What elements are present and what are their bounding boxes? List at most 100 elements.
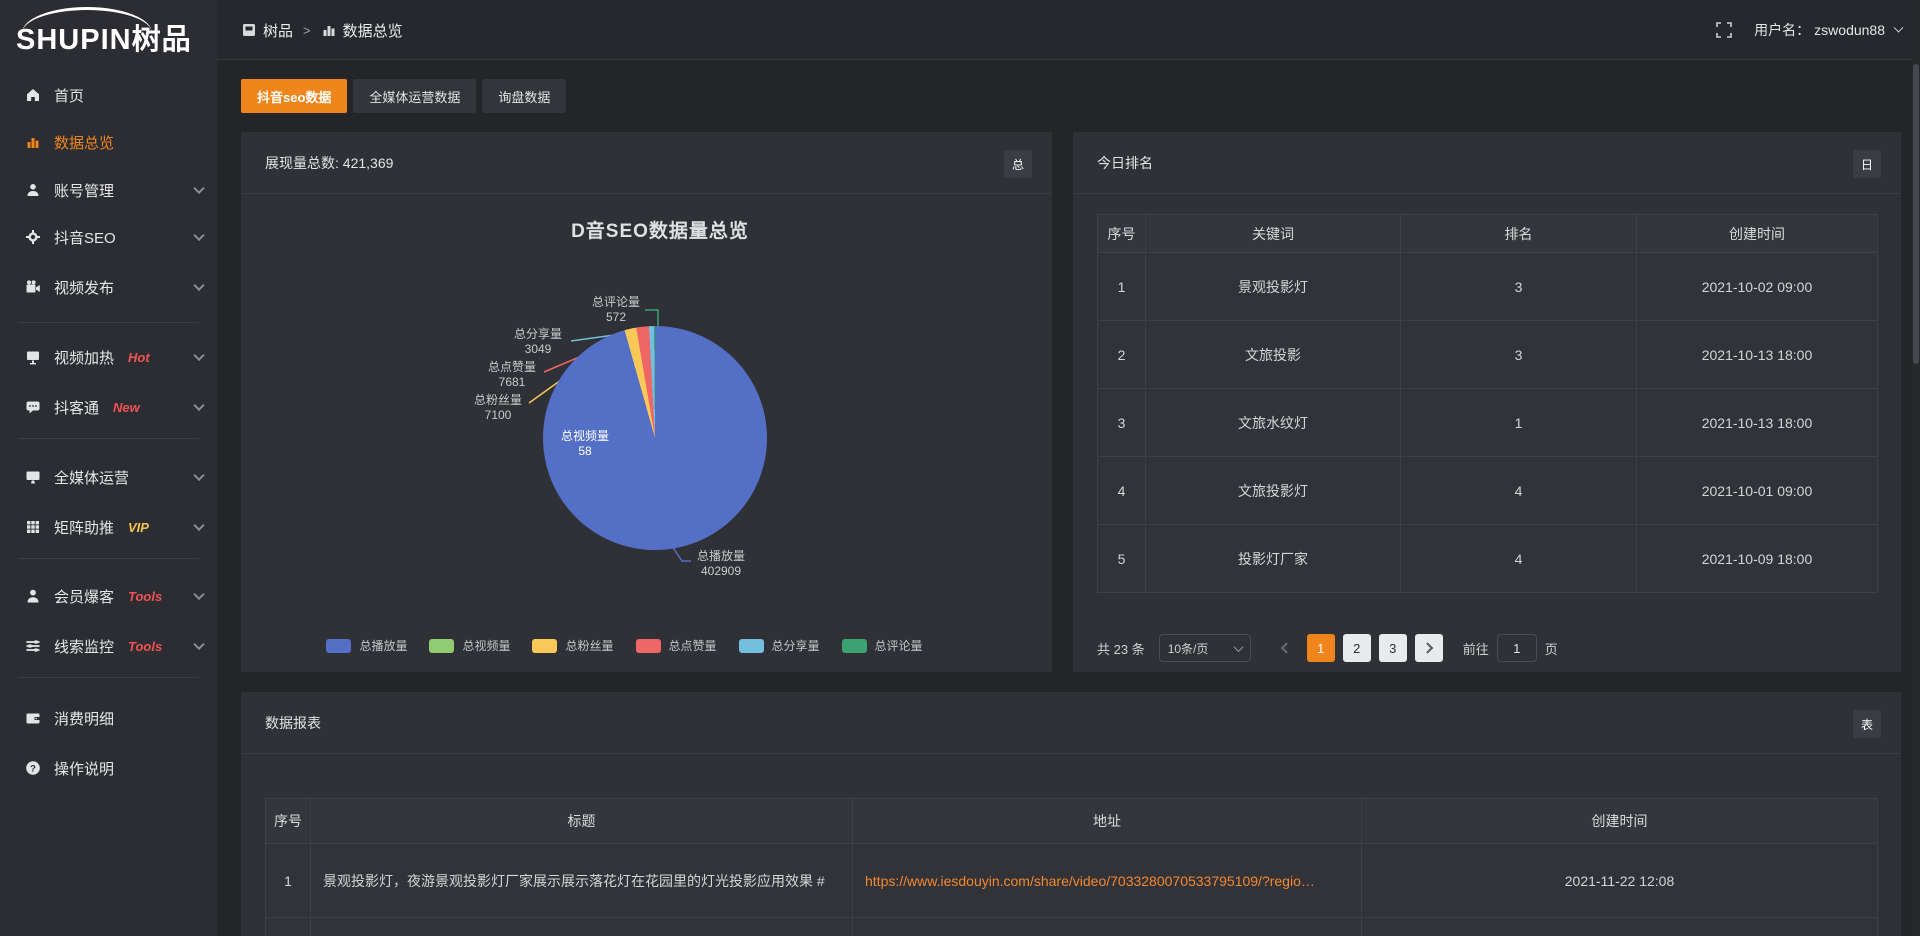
wallet-icon <box>24 709 42 727</box>
sidebar-item-12[interactable]: 消费明细 <box>0 698 217 738</box>
pie-label-name: 总评论量 <box>592 295 640 310</box>
logo-arc <box>22 7 152 33</box>
legend-item-总粉丝量[interactable]: 总粉丝量 <box>532 637 613 654</box>
topbar-right: 用户名： zswodun88 <box>1716 0 1902 60</box>
chevron-down-icon <box>193 183 204 194</box>
table-row[interactable]: 1景观投影灯，夜游景观投影灯厂家展示展示落花灯在花园里的灯光投影应用效果 #ht… <box>266 844 1878 918</box>
legend-label: 总点赞量 <box>669 637 717 654</box>
ranking-title: 今日排名 <box>1097 132 1153 194</box>
report-panel: 数据报表 表 序号标题地址创建时间1景观投影灯，夜游景观投影灯厂家展示展示落花灯… <box>241 692 1901 936</box>
tab-2[interactable]: 全媒体运营数据 <box>353 79 476 113</box>
day-badge-button[interactable]: 日 <box>1853 150 1881 178</box>
sidebar-item-1[interactable]: 首页 <box>0 75 217 115</box>
legend-swatch <box>532 639 557 653</box>
pie-label-value: 402909 <box>697 564 745 579</box>
legend-label: 总视频量 <box>462 637 510 654</box>
legend-swatch <box>429 639 454 653</box>
sliders-icon <box>24 637 42 655</box>
sidebar-item-6[interactable]: 视频加热Hot <box>0 337 217 377</box>
breadcrumb-item-1[interactable]: 树品 <box>241 20 293 41</box>
table-cell: 投影灯厂家 <box>1146 525 1401 593</box>
table-cell: 文旅水纹灯 <box>1146 389 1401 457</box>
video-camera-icon <box>24 278 42 296</box>
table-row[interactable]: 3文旅水纹灯12021-10-13 18:00 <box>1098 389 1878 457</box>
tab-3[interactable]: 询盘数据 <box>482 79 566 113</box>
pie-label-value: 3049 <box>514 342 562 357</box>
video-link[interactable]: https://www.iesdouyin.com/share/video/70… <box>865 873 1315 889</box>
page-button-3[interactable]: 3 <box>1379 634 1407 662</box>
table-badge-button[interactable]: 表 <box>1853 710 1881 738</box>
legend-item-总点赞量[interactable]: 总点赞量 <box>636 637 717 654</box>
report-index-cell: 1 <box>266 844 311 918</box>
legend-item-总分享量[interactable]: 总分享量 <box>739 637 820 654</box>
page-size-select[interactable]: 10条/页 <box>1159 634 1251 662</box>
legend-item-总播放量[interactable]: 总播放量 <box>326 637 407 654</box>
grid-icon <box>24 518 42 536</box>
sidebar-item-2[interactable]: 数据总览 <box>0 122 217 162</box>
legend-item-总评论量[interactable]: 总评论量 <box>842 637 923 654</box>
ranking-panel: 今日排名 日 序号关键词排名创建时间1景观投影灯32021-10-02 09:0… <box>1073 132 1901 672</box>
chat-icon <box>24 398 42 416</box>
report-title: 数据报表 <box>265 692 321 754</box>
breadcrumb-item-2[interactable]: 数据总览 <box>321 20 403 41</box>
sidebar-item-10[interactable]: 会员爆客Tools <box>0 576 217 616</box>
legend-label: 总分享量 <box>772 637 820 654</box>
table-cell: 2021-10-13 18:00 <box>1637 389 1878 457</box>
sidebar-item-11[interactable]: 线索监控Tools <box>0 626 217 666</box>
sidebar-item-label: 抖客通 <box>54 397 99 418</box>
table-row[interactable]: 4文旅投影灯42021-10-01 09:00 <box>1098 457 1878 525</box>
tab-1[interactable]: 抖音seo数据 <box>241 79 347 113</box>
sidebar-item-label: 数据总览 <box>54 132 114 153</box>
scrollbar-thumb[interactable] <box>1913 64 1919 364</box>
user-menu[interactable]: 用户名： zswodun88 <box>1754 20 1902 40</box>
table-row[interactable]: 5投影灯厂家42021-10-09 18:00 <box>1098 525 1878 593</box>
page-button-2[interactable]: 2 <box>1343 634 1371 662</box>
svg-text:?: ? <box>30 763 36 774</box>
chevron-down-icon <box>1894 22 1904 32</box>
table-cell: 5 <box>1098 525 1146 593</box>
next-page-button[interactable] <box>1415 634 1443 662</box>
page-button-1[interactable]: 1 <box>1307 634 1335 662</box>
table-cell: 3 <box>1401 253 1637 321</box>
chevron-down-icon <box>193 520 204 531</box>
pie-label-总视频量: 总视频量58 <box>561 429 609 459</box>
pie-label-总分享量: 总分享量3049 <box>514 327 562 357</box>
chart-icon <box>321 22 337 38</box>
chevron-down-icon <box>193 350 204 361</box>
sidebar-item-13[interactable]: ?操作说明 <box>0 748 217 788</box>
legend-item-总视频量[interactable]: 总视频量 <box>429 637 510 654</box>
monitor-icon <box>24 468 42 486</box>
app-logo[interactable]: SHUPIN树品 <box>16 16 206 56</box>
home-icon <box>24 86 42 104</box>
sidebar-item-badge: Tools <box>128 589 162 604</box>
prev-page-button[interactable] <box>1271 634 1299 662</box>
report-header-row: 序号标题地址创建时间 <box>266 799 1878 844</box>
table-cell: 3 <box>1401 321 1637 389</box>
sidebar-item-label: 账号管理 <box>54 180 114 201</box>
pie-label-name: 总粉丝量 <box>474 393 522 408</box>
sidebar-divider <box>18 322 199 323</box>
sidebar-item-3[interactable]: 账号管理 <box>0 170 217 210</box>
ranking-column-header: 序号 <box>1098 215 1146 253</box>
sidebar-item-4[interactable]: 抖音SEO <box>0 217 217 257</box>
goto-page-input[interactable] <box>1497 634 1537 662</box>
sidebar-item-badge: VIP <box>128 520 149 535</box>
sidebar-item-8[interactable]: 全媒体运营 <box>0 457 217 497</box>
chevron-down-icon <box>193 280 204 291</box>
table-cell: 3 <box>1098 389 1146 457</box>
sidebar-item-7[interactable]: 抖客通New <box>0 387 217 427</box>
goto-label: 前往 <box>1463 639 1489 658</box>
sidebar-item-9[interactable]: 矩阵助推VIP <box>0 507 217 547</box>
total-badge-button[interactable]: 总 <box>1004 150 1032 178</box>
app-icon <box>241 22 257 38</box>
page-scrollbar[interactable] <box>1912 0 1920 936</box>
question-icon: ? <box>24 759 42 777</box>
table-row[interactable]: 1景观投影灯32021-10-02 09:00 <box>1098 253 1878 321</box>
fullscreen-icon[interactable] <box>1716 22 1732 38</box>
legend-swatch <box>326 639 351 653</box>
table-row[interactable]: 2文旅投影32021-10-13 18:00 <box>1098 321 1878 389</box>
username: zswodun88 <box>1814 22 1885 38</box>
pie-label-value: 7100 <box>474 408 522 423</box>
breadcrumb-separator: > <box>303 23 311 38</box>
sidebar-item-5[interactable]: 视频发布 <box>0 267 217 307</box>
